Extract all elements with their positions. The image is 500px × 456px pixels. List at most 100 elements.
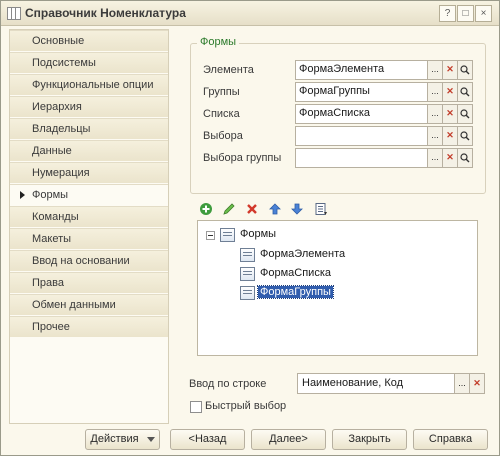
- window-title: Справочник Номенклатура: [25, 6, 186, 20]
- sidebar-item-label: Формы: [32, 189, 69, 201]
- input-by-string-label: Ввод по строке: [189, 378, 267, 390]
- group-form-clear-button[interactable]: ✕: [442, 82, 458, 102]
- chevron-down-icon: [146, 436, 155, 442]
- sidebar-item-label: Подсистемы: [32, 57, 96, 69]
- input-by-string-field[interactable]: Наименование, Код: [297, 373, 456, 394]
- tree-item-label: ФормаСписка: [260, 267, 331, 279]
- list-form-input[interactable]: ФормаСписка: [295, 104, 429, 124]
- sidebar-item-funktsionalnye-optsii[interactable]: Функциональные опции: [10, 74, 168, 95]
- sidebar-item-vvod-na-osnovanii[interactable]: Ввод на основании: [10, 250, 168, 271]
- choice-form-input[interactable]: [295, 126, 429, 146]
- form-icon: [240, 248, 255, 262]
- forms-tree[interactable]: Формы ФормаЭлемента ФормаСписка ФормаГру…: [197, 220, 478, 356]
- element-form-input[interactable]: ФормаЭлемента: [295, 60, 429, 80]
- list-form-select-button[interactable]: ...: [427, 104, 443, 124]
- next-button[interactable]: Далее>: [251, 429, 326, 450]
- sidebar-item-label: Обмен данными: [32, 299, 116, 311]
- sidebar-item-label: Функциональные опции: [32, 79, 154, 91]
- element-form-label: Элемента: [203, 64, 254, 76]
- sidebar-item-label: Прочее: [32, 321, 70, 333]
- sidebar-item-obmen-dannymi[interactable]: Обмен данными: [10, 294, 168, 315]
- group-choice-form-open-button[interactable]: [457, 148, 473, 168]
- choice-form-select-button[interactable]: ...: [427, 126, 443, 146]
- tree-item-label: ФормаГруппы: [257, 285, 334, 299]
- sidebar-item-label: Основные: [32, 35, 85, 47]
- actions-button-label: Действия: [90, 433, 139, 445]
- form-icon: [240, 286, 255, 300]
- actions-button[interactable]: Действия: [85, 429, 160, 450]
- edit-icon[interactable]: [222, 202, 236, 216]
- group-choice-form-input[interactable]: [295, 148, 429, 168]
- quick-select-label: Быстрый выбор: [205, 400, 287, 412]
- group-choice-form-clear-button[interactable]: ✕: [442, 148, 458, 168]
- sidebar: Основные Подсистемы Функциональные опции…: [9, 29, 169, 424]
- element-form-clear-button[interactable]: ✕: [442, 60, 458, 80]
- input-by-string-clear-button[interactable]: ✕: [469, 373, 485, 394]
- list-icon[interactable]: [314, 202, 328, 216]
- help-footer-button[interactable]: Справка: [413, 429, 488, 450]
- element-form-value: ФормаЭлемента: [299, 63, 385, 75]
- sidebar-item-podsistemy[interactable]: Подсистемы: [10, 52, 168, 73]
- magnifier-icon: [460, 131, 470, 141]
- sidebar-item-label: Данные: [32, 145, 72, 157]
- sidebar-item-numeratsiya[interactable]: Нумерация: [10, 162, 168, 183]
- move-up-icon[interactable]: [268, 202, 282, 216]
- form-icon: [240, 267, 255, 281]
- sidebar-item-komandy[interactable]: Команды: [10, 206, 168, 227]
- sidebar-item-osnovnye[interactable]: Основные: [10, 30, 168, 51]
- form-icon: [220, 228, 235, 242]
- group-form-label: Группы: [203, 86, 240, 98]
- sidebar-item-prava[interactable]: Права: [10, 272, 168, 293]
- input-by-string-select-button[interactable]: ...: [454, 373, 470, 394]
- group-choice-form-select-button[interactable]: ...: [427, 148, 443, 168]
- list-form-label: Списка: [203, 108, 240, 120]
- catalog-window: Справочник Номенклатура ? □ × Основные П…: [0, 0, 500, 456]
- maximize-button[interactable]: □: [457, 5, 474, 22]
- choice-form-label: Выбора: [203, 130, 243, 142]
- group-form-input[interactable]: ФормаГруппы: [295, 82, 429, 102]
- sidebar-item-label: Иерархия: [32, 101, 82, 113]
- titlebar: Справочник Номенклатура ? □ ×: [1, 1, 499, 26]
- sidebar-item-prochee[interactable]: Прочее: [10, 316, 168, 337]
- magnifier-icon: [460, 65, 470, 75]
- sidebar-item-label: Нумерация: [32, 167, 90, 179]
- choice-form-clear-button[interactable]: ✕: [442, 126, 458, 146]
- help-button[interactable]: ?: [439, 5, 456, 22]
- delete-icon[interactable]: [245, 202, 259, 216]
- forms-group-title: Формы: [197, 36, 240, 48]
- tree-item-label: ФормаЭлемента: [260, 248, 346, 260]
- table-icon: [7, 7, 21, 20]
- list-form-open-button[interactable]: [457, 104, 473, 124]
- group-choice-form-label: Выбора группы: [203, 152, 282, 164]
- list-form-value: ФормаСписка: [299, 107, 370, 119]
- list-form-clear-button[interactable]: ✕: [442, 104, 458, 124]
- quick-select-checkbox[interactable]: [190, 401, 202, 413]
- close-button[interactable]: Закрыть: [332, 429, 407, 450]
- sidebar-item-vladeltsy[interactable]: Владельцы: [10, 118, 168, 139]
- group-form-open-button[interactable]: [457, 82, 473, 102]
- sidebar-item-makety[interactable]: Макеты: [10, 228, 168, 249]
- back-button[interactable]: <Назад: [170, 429, 245, 450]
- magnifier-icon: [460, 153, 470, 163]
- add-icon[interactable]: [199, 202, 213, 216]
- input-by-string-value: Наименование, Код: [302, 377, 404, 389]
- collapse-icon[interactable]: [206, 231, 215, 240]
- current-item-arrow-icon: [20, 191, 25, 199]
- magnifier-icon: [460, 109, 470, 119]
- move-down-icon[interactable]: [290, 202, 304, 216]
- sidebar-item-label: Команды: [32, 211, 79, 223]
- sidebar-item-label: Владельцы: [32, 123, 91, 135]
- element-form-select-button[interactable]: ...: [427, 60, 443, 80]
- magnifier-icon: [460, 87, 470, 97]
- sidebar-item-formy[interactable]: Формы: [10, 184, 168, 205]
- sidebar-item-label: Макеты: [32, 233, 72, 245]
- choice-form-open-button[interactable]: [457, 126, 473, 146]
- sidebar-item-dannye[interactable]: Данные: [10, 140, 168, 161]
- group-form-value: ФормаГруппы: [299, 85, 370, 97]
- group-form-select-button[interactable]: ...: [427, 82, 443, 102]
- close-window-button[interactable]: ×: [475, 5, 492, 22]
- sidebar-item-ierarkhiya[interactable]: Иерархия: [10, 96, 168, 117]
- tree-root-label: Формы: [240, 228, 277, 240]
- element-form-open-button[interactable]: [457, 60, 473, 80]
- sidebar-item-label: Ввод на основании: [32, 255, 130, 267]
